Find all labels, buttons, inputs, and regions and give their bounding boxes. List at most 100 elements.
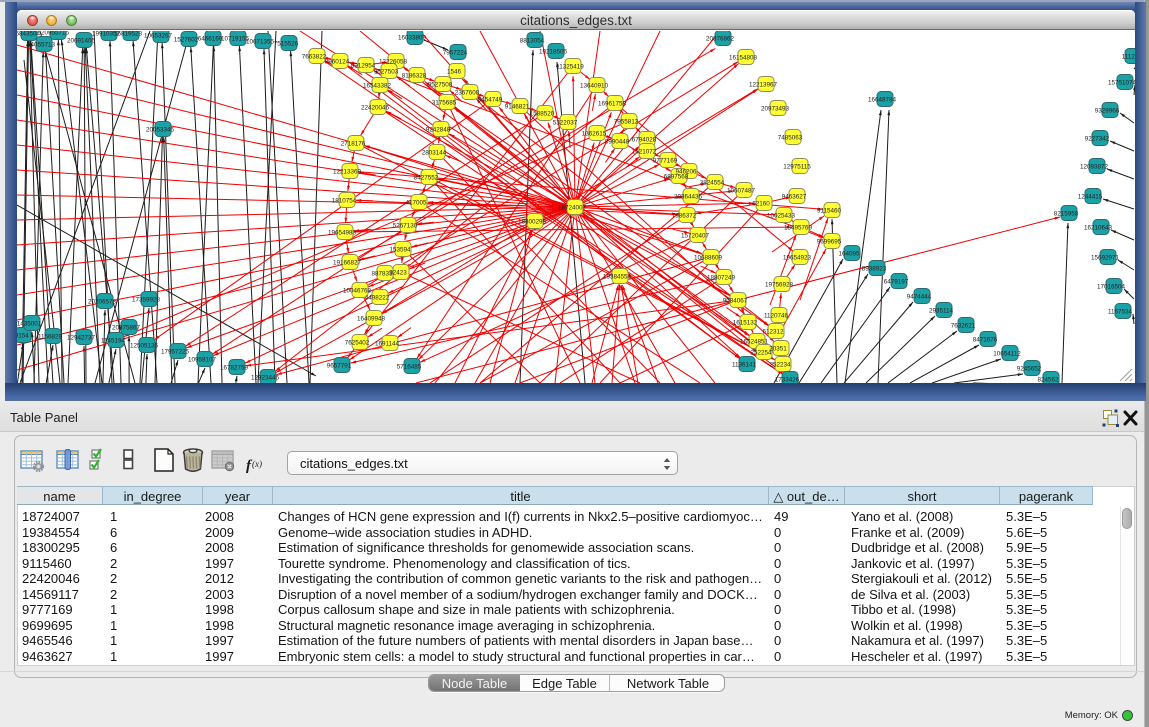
svg-text:15692971: 15692971 — [1091, 255, 1120, 262]
svg-text:11325419: 11325419 — [556, 64, 584, 71]
svg-text:6479197: 6479197 — [884, 279, 909, 286]
svg-text:1588520: 1588520 — [530, 111, 555, 118]
svg-text:12505135: 12505135 — [130, 343, 159, 350]
svg-text:12213967: 12213967 — [749, 82, 778, 89]
svg-text:10654112: 10654112 — [993, 351, 1021, 358]
svg-text:8938923: 8938923 — [862, 266, 887, 273]
svg-text:9777169: 9777169 — [653, 158, 678, 165]
svg-text:20364436: 20364436 — [674, 194, 703, 201]
svg-text:9245652: 9245652 — [1017, 366, 1042, 373]
svg-text:18807249: 18807249 — [707, 275, 736, 282]
svg-text:7957224: 7957224 — [443, 50, 468, 57]
svg-text:16210643: 16210643 — [1084, 225, 1113, 232]
svg-text:92423: 92423 — [389, 270, 407, 277]
svg-text:1244415: 1244415 — [1078, 194, 1103, 201]
svg-text:12093872: 12093872 — [1080, 164, 1109, 171]
svg-text:3824554: 3824554 — [700, 180, 725, 187]
svg-text:2803144: 2803144 — [422, 150, 447, 157]
svg-text:1145194: 1145194 — [101, 338, 126, 345]
svg-text:9657791: 9657791 — [327, 363, 352, 370]
svg-text:14055713: 14055713 — [27, 42, 56, 49]
svg-text:39154: 39154 — [17, 333, 29, 340]
svg-text:13640910: 13640910 — [580, 83, 609, 90]
svg-text:11122: 11122 — [1122, 54, 1135, 61]
svg-text:9146821: 9146821 — [505, 104, 530, 111]
svg-text:1167534: 1167534 — [1108, 309, 1133, 316]
svg-text:19654923: 19654923 — [783, 255, 812, 262]
svg-text:19218506: 19218506 — [539, 49, 568, 56]
svg-text:16154808: 16154808 — [729, 55, 758, 62]
svg-text:17957225: 17957225 — [161, 349, 190, 356]
svg-text:1810754: 1810754 — [332, 198, 357, 205]
svg-text:2935114: 2935114 — [929, 308, 954, 315]
svg-text:7515526: 7515526 — [274, 41, 299, 48]
svg-text:612312: 612312 — [762, 329, 784, 336]
svg-text:12975115: 12975115 — [783, 164, 811, 171]
svg-text:19166827: 19166827 — [333, 260, 362, 267]
svg-text:12942737: 12942737 — [67, 335, 96, 342]
svg-text:9474444: 9474444 — [907, 294, 932, 301]
svg-text:9329966: 9329966 — [1095, 108, 1120, 115]
svg-text:8454749: 8454749 — [478, 97, 503, 104]
svg-text:10046768: 10046768 — [343, 288, 372, 295]
svg-text:6794028: 6794028 — [632, 137, 657, 144]
svg-text:16961758: 16961758 — [598, 101, 627, 108]
svg-text:19756928: 19756928 — [765, 282, 794, 289]
svg-text:10688609: 10688609 — [694, 255, 723, 262]
svg-text:15495769: 15495769 — [784, 225, 813, 232]
svg-text:252234: 252234 — [769, 362, 791, 369]
svg-text:16782759: 16782759 — [220, 365, 249, 372]
svg-text:20691406: 20691406 — [67, 38, 96, 45]
svg-text:8471676: 8471676 — [973, 337, 998, 344]
svg-text:15720407: 15720407 — [681, 233, 710, 240]
svg-text:12923446: 12923446 — [251, 375, 280, 382]
svg-text:20975867: 20975867 — [112, 325, 141, 332]
svg-text:164095: 164095 — [838, 251, 860, 258]
svg-text:17016504: 17016504 — [1097, 284, 1126, 291]
svg-text:824562: 824562 — [1037, 377, 1059, 384]
svg-text:9242848: 9242848 — [426, 127, 451, 134]
svg-text:19654983: 19654983 — [328, 230, 357, 237]
svg-text:1120746: 1120746 — [764, 313, 789, 320]
svg-text:10958107: 10958107 — [188, 357, 217, 364]
svg-text:16409948: 16409948 — [357, 316, 386, 323]
svg-text:7632621: 7632621 — [951, 323, 976, 330]
svg-text:8990448: 8990448 — [605, 139, 630, 146]
svg-text:8912954: 8912954 — [351, 63, 376, 70]
svg-text:62160: 62160 — [752, 201, 770, 208]
svg-text:16033809: 16033809 — [398, 35, 427, 42]
svg-text:7986372: 7986372 — [672, 213, 697, 220]
svg-text:7485063: 7485063 — [778, 135, 803, 142]
svg-text:10671355: 10671355 — [246, 39, 275, 46]
svg-text:9527503: 9527503 — [374, 69, 399, 76]
svg-text:9699695: 9699695 — [817, 239, 842, 246]
svg-text:20053346: 20053346 — [146, 127, 175, 134]
svg-text:17359928: 17359928 — [132, 297, 161, 304]
svg-text:(x): (x) — [252, 459, 262, 469]
svg-text:22420046: 22420046 — [361, 105, 390, 112]
svg-text:3175685: 3175685 — [432, 100, 457, 107]
svg-text:16819528: 16819528 — [114, 31, 143, 38]
svg-text:9463627: 9463627 — [782, 194, 807, 201]
svg-text:20206578: 20206578 — [88, 299, 117, 306]
svg-text:153594: 153594 — [389, 247, 411, 254]
svg-text:2718176: 2718176 — [341, 141, 366, 148]
svg-text:4498222: 4498222 — [365, 295, 390, 302]
svg-text:8215958: 8215958 — [1054, 211, 1079, 218]
svg-text:8813054: 8813054 — [520, 38, 545, 45]
svg-text:7663822: 7663822 — [302, 54, 327, 61]
svg-text:16843504: 16843504 — [17, 31, 40, 38]
svg-text:1435001: 1435001 — [17, 321, 42, 328]
svg-text:12213369: 12213369 — [333, 169, 362, 176]
svg-text:7955812: 7955812 — [614, 119, 639, 126]
svg-text:1621072: 1621072 — [632, 149, 657, 156]
svg-text:20973493: 20973493 — [761, 106, 790, 113]
svg-text:417005: 417005 — [405, 200, 427, 207]
svg-text:10025433: 10025433 — [767, 213, 796, 220]
svg-text:1615132: 1615132 — [733, 320, 758, 327]
svg-text:8186328: 8186328 — [402, 73, 427, 80]
svg-text:16543382: 16543382 — [363, 83, 392, 90]
svg-text:5267130: 5267130 — [393, 223, 418, 230]
svg-text:1156829: 1156829 — [38, 334, 63, 341]
svg-text:10607487: 10607487 — [727, 188, 756, 195]
